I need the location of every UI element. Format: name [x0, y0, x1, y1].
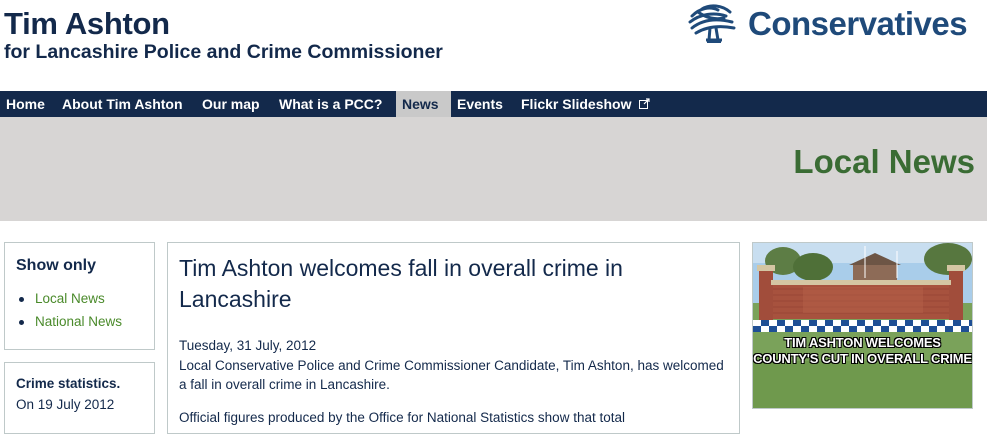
news-article: Tim Ashton welcomes fall in overall crim…: [167, 242, 740, 434]
photo-caption: TIM ASHTON WELCOMES COUNTY'S CUT IN OVER…: [753, 335, 972, 366]
main-nav: Home About Tim Ashton Our map What is a …: [0, 91, 987, 117]
oak-tree-logo-icon: [688, 4, 736, 43]
nav-home[interactable]: Home: [0, 91, 51, 117]
crime-statistics-heading: Crime statistics.: [16, 376, 121, 391]
site-subtitle: for Lancashire Police and Crime Commissi…: [4, 41, 443, 63]
site-title[interactable]: Tim Ashton: [4, 6, 170, 42]
nav-flickr-label: Flickr Slideshow: [521, 96, 632, 112]
page-title: Local News: [793, 143, 975, 180]
nav-what-is-a-pcc[interactable]: What is a PCC?: [273, 91, 388, 117]
external-link-icon: [639, 98, 651, 109]
site-header: Tim Ashton for Lancashire Police and Cri…: [0, 0, 987, 91]
crime-statistics-box: Crime statistics. On 19 July 2012: [4, 362, 155, 434]
show-only-heading: Show only: [16, 257, 96, 274]
filter-local-news[interactable]: Local News: [5, 287, 122, 310]
article-title[interactable]: Tim Ashton welcomes fall in overall crim…: [179, 253, 719, 315]
article-next-paragraph: Official figures produced by the Office …: [179, 410, 625, 425]
nav-flickr-slideshow[interactable]: Flickr Slideshow: [515, 91, 656, 117]
logo-text: Conservatives: [748, 5, 968, 42]
nav-events[interactable]: Events: [451, 91, 509, 117]
filter-list: Local News National News: [5, 287, 122, 333]
article-body: Local Conservative Police and Crime Comm…: [179, 358, 724, 392]
photo-scene: [753, 243, 972, 408]
nav-news[interactable]: News: [396, 91, 451, 117]
article-date: Tuesday, 31 July, 2012: [179, 338, 317, 353]
article-photo[interactable]: TIM ASHTON WELCOMES COUNTY'S CUT IN OVER…: [752, 242, 973, 409]
crime-statistics-text: On 19 July 2012: [16, 397, 115, 412]
filter-national-news[interactable]: National News: [5, 310, 122, 333]
page-banner: Local News: [0, 117, 987, 221]
nav-about-tim-ashton[interactable]: About Tim Ashton: [56, 91, 189, 117]
nav-our-map[interactable]: Our map: [196, 91, 266, 117]
conservatives-logo[interactable]: Conservatives: [686, 2, 976, 48]
show-only-filter-box: Show only Local News National News: [4, 242, 155, 350]
